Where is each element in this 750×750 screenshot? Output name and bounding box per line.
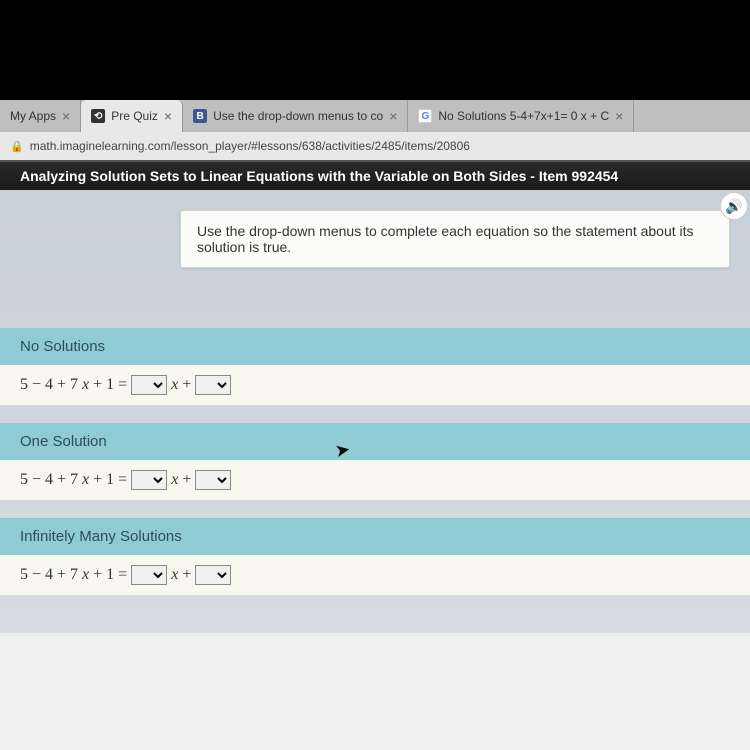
audio-button[interactable]: 🔊: [720, 192, 748, 220]
question-header: No Solutions: [0, 328, 750, 365]
question-no-solutions: No Solutions 5 − 4 + 7x + 1 = x +: [0, 328, 750, 405]
content-area: 🔊 Use the drop-down menus to complete ea…: [0, 190, 750, 633]
tab-bar: My Apps × ⟲ Pre Quiz × B Use the drop-do…: [0, 100, 750, 132]
lock-icon: 🔒: [10, 140, 24, 153]
equation-lhs-b: + 1 =: [93, 471, 127, 489]
lesson-title: Analyzing Solution Sets to Linear Equati…: [20, 168, 618, 184]
close-icon[interactable]: ×: [62, 108, 70, 124]
browser-chrome: My Apps × ⟲ Pre Quiz × B Use the drop-do…: [0, 100, 750, 160]
tab-brainly[interactable]: B Use the drop-down menus to co ×: [183, 100, 408, 132]
constant-dropdown[interactable]: [195, 565, 231, 585]
address-bar[interactable]: 🔒 math.imaginelearning.com/lesson_player…: [0, 132, 750, 160]
questions-container: No Solutions 5 − 4 + 7x + 1 = x + One So…: [0, 328, 750, 595]
question-one-solution: One Solution 5 − 4 + 7x + 1 = x +: [0, 423, 750, 500]
variable-x: x: [82, 376, 89, 394]
speaker-icon: 🔊: [725, 198, 742, 215]
variable-x: x: [171, 376, 178, 394]
favicon-icon: ⟲: [91, 109, 105, 123]
equation-lhs-a: 5 − 4 + 7: [20, 376, 78, 394]
monitor-bezel: [0, 0, 750, 100]
tab-label: No Solutions 5-4+7x+1= 0 x + C: [438, 109, 609, 123]
equation-lhs-a: 5 − 4 + 7: [20, 471, 78, 489]
url-text: math.imaginelearning.com/lesson_player/#…: [30, 139, 470, 153]
plus-sign: +: [182, 376, 191, 394]
coefficient-dropdown[interactable]: [131, 565, 167, 585]
equation-lhs-b: + 1 =: [93, 376, 127, 394]
question-infinite-solutions: Infinitely Many Solutions 5 − 4 + 7x + 1…: [0, 518, 750, 595]
question-header: Infinitely Many Solutions: [0, 518, 750, 555]
equation-row: 5 − 4 + 7x + 1 = x +: [0, 460, 750, 500]
lesson-header: Analyzing Solution Sets to Linear Equati…: [0, 160, 750, 190]
tab-label: My Apps: [10, 109, 56, 123]
instruction-text: Use the drop-down menus to complete each…: [197, 223, 694, 255]
equation-lhs-a: 5 − 4 + 7: [20, 566, 78, 584]
equation-row: 5 − 4 + 7x + 1 = x +: [0, 555, 750, 595]
tab-label: Pre Quiz: [111, 109, 158, 123]
tab-my-apps[interactable]: My Apps ×: [0, 100, 81, 132]
equation-lhs-b: + 1 =: [93, 566, 127, 584]
plus-sign: +: [182, 566, 191, 584]
variable-x: x: [171, 471, 178, 489]
plus-sign: +: [182, 471, 191, 489]
equation-row: 5 − 4 + 7x + 1 = x +: [0, 365, 750, 405]
coefficient-dropdown[interactable]: [131, 375, 167, 395]
instruction-box: Use the drop-down menus to complete each…: [180, 210, 730, 268]
constant-dropdown[interactable]: [195, 375, 231, 395]
constant-dropdown[interactable]: [195, 470, 231, 490]
coefficient-dropdown[interactable]: [131, 470, 167, 490]
favicon-icon: G: [418, 109, 432, 123]
tab-label: Use the drop-down menus to co: [213, 109, 383, 123]
variable-x: x: [82, 566, 89, 584]
variable-x: x: [171, 566, 178, 584]
tab-pre-quiz[interactable]: ⟲ Pre Quiz ×: [81, 100, 183, 132]
favicon-icon: B: [193, 109, 207, 123]
close-icon[interactable]: ×: [164, 108, 172, 124]
close-icon[interactable]: ×: [389, 108, 397, 124]
question-header: One Solution: [0, 423, 750, 460]
tab-google[interactable]: G No Solutions 5-4+7x+1= 0 x + C ×: [408, 100, 634, 132]
close-icon[interactable]: ×: [615, 108, 623, 124]
variable-x: x: [82, 471, 89, 489]
